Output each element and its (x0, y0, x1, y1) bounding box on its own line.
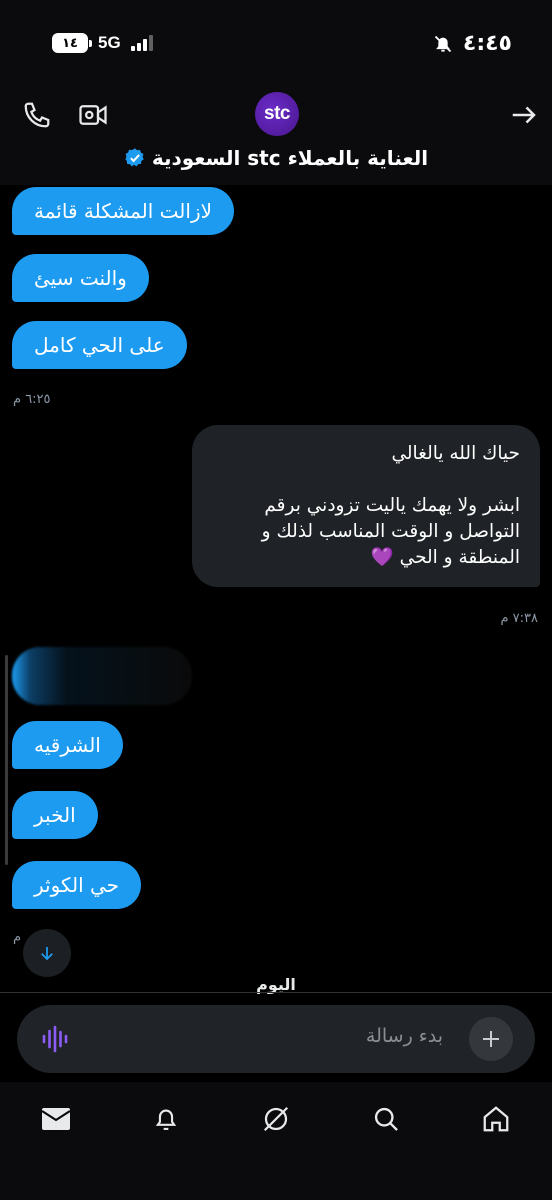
nav-messages[interactable] (39, 1102, 73, 1136)
message-list[interactable]: لازالت المشكلة قائمة والنت سيئ على الحي … (0, 185, 552, 995)
status-bar: ١٤ 5G ٤:٤٥ (0, 0, 552, 90)
message-timestamp: م (13, 930, 22, 945)
search-icon (374, 1107, 398, 1131)
plus-icon (483, 1031, 499, 1047)
outgoing-message-line: حياك الله يالغالي (391, 443, 520, 464)
verified-badge-icon (125, 148, 144, 167)
nav-notifications[interactable] (149, 1102, 183, 1136)
nav-grok[interactable] (259, 1102, 293, 1136)
bottom-navigation (0, 1082, 552, 1200)
status-time: ٤:٤٥ (462, 31, 512, 56)
battery-icon: ١٤ (52, 33, 92, 53)
nav-search[interactable] (369, 1102, 403, 1136)
conversation-header: stc العناية بالعملاء stc السعودية (0, 90, 552, 185)
add-attachment-button[interactable] (469, 1017, 513, 1061)
status-left: ١٤ 5G (52, 33, 153, 53)
divider (0, 992, 552, 993)
message-timestamp: ٧:٣٨ م (500, 611, 538, 626)
incoming-message[interactable]: على الحي كامل (12, 321, 187, 369)
home-icon (483, 1106, 509, 1132)
conversation-title: العناية بالعملاء stc السعودية (151, 146, 429, 170)
incoming-message[interactable]: لازالت المشكلة قائمة (12, 187, 235, 235)
message-timestamp: ٦:٢٥ م (13, 392, 51, 407)
status-right: ٤:٤٥ (433, 31, 512, 56)
incoming-message[interactable]: الشرقيه (12, 721, 123, 769)
envelope-icon (41, 1108, 71, 1130)
message-input[interactable]: بدء رسالة (366, 1025, 443, 1047)
conversation-title-row[interactable]: العناية بالعملاء stc السعودية (0, 146, 552, 170)
back-arrow-icon[interactable] (509, 100, 539, 130)
battery-level: ١٤ (62, 35, 78, 51)
outgoing-message-line: ابشر ولا يهمك ياليت تزودني برقم التواصل … (261, 495, 520, 568)
waveform-icon (42, 1025, 68, 1053)
arrow-down-icon (41, 947, 53, 961)
nav-home[interactable] (479, 1102, 513, 1136)
bell-icon (155, 1109, 177, 1130)
avatar[interactable]: stc (255, 92, 299, 136)
incoming-message[interactable]: والنت سيئ (12, 254, 149, 302)
outgoing-message[interactable]: حياك الله يالغالي ابشر ولا يهمك ياليت تز… (192, 425, 540, 587)
scroll-indicator (5, 655, 8, 865)
incoming-message[interactable]: حي الكوثر (12, 861, 142, 909)
blurred-message[interactable] (12, 647, 192, 705)
signal-icon (130, 35, 153, 51)
mute-bell-icon (434, 35, 452, 52)
network-type: 5G (98, 33, 121, 52)
voice-message-icon[interactable] (41, 1025, 69, 1057)
incoming-message[interactable]: الخبر (12, 791, 98, 839)
grok-icon (263, 1106, 289, 1132)
scroll-to-bottom-button[interactable] (23, 929, 71, 977)
avatar-logo-text: stc (264, 103, 290, 124)
message-composer[interactable]: بدء رسالة (17, 1005, 535, 1073)
phone-icon[interactable] (22, 100, 52, 130)
video-call-icon[interactable] (78, 100, 108, 130)
